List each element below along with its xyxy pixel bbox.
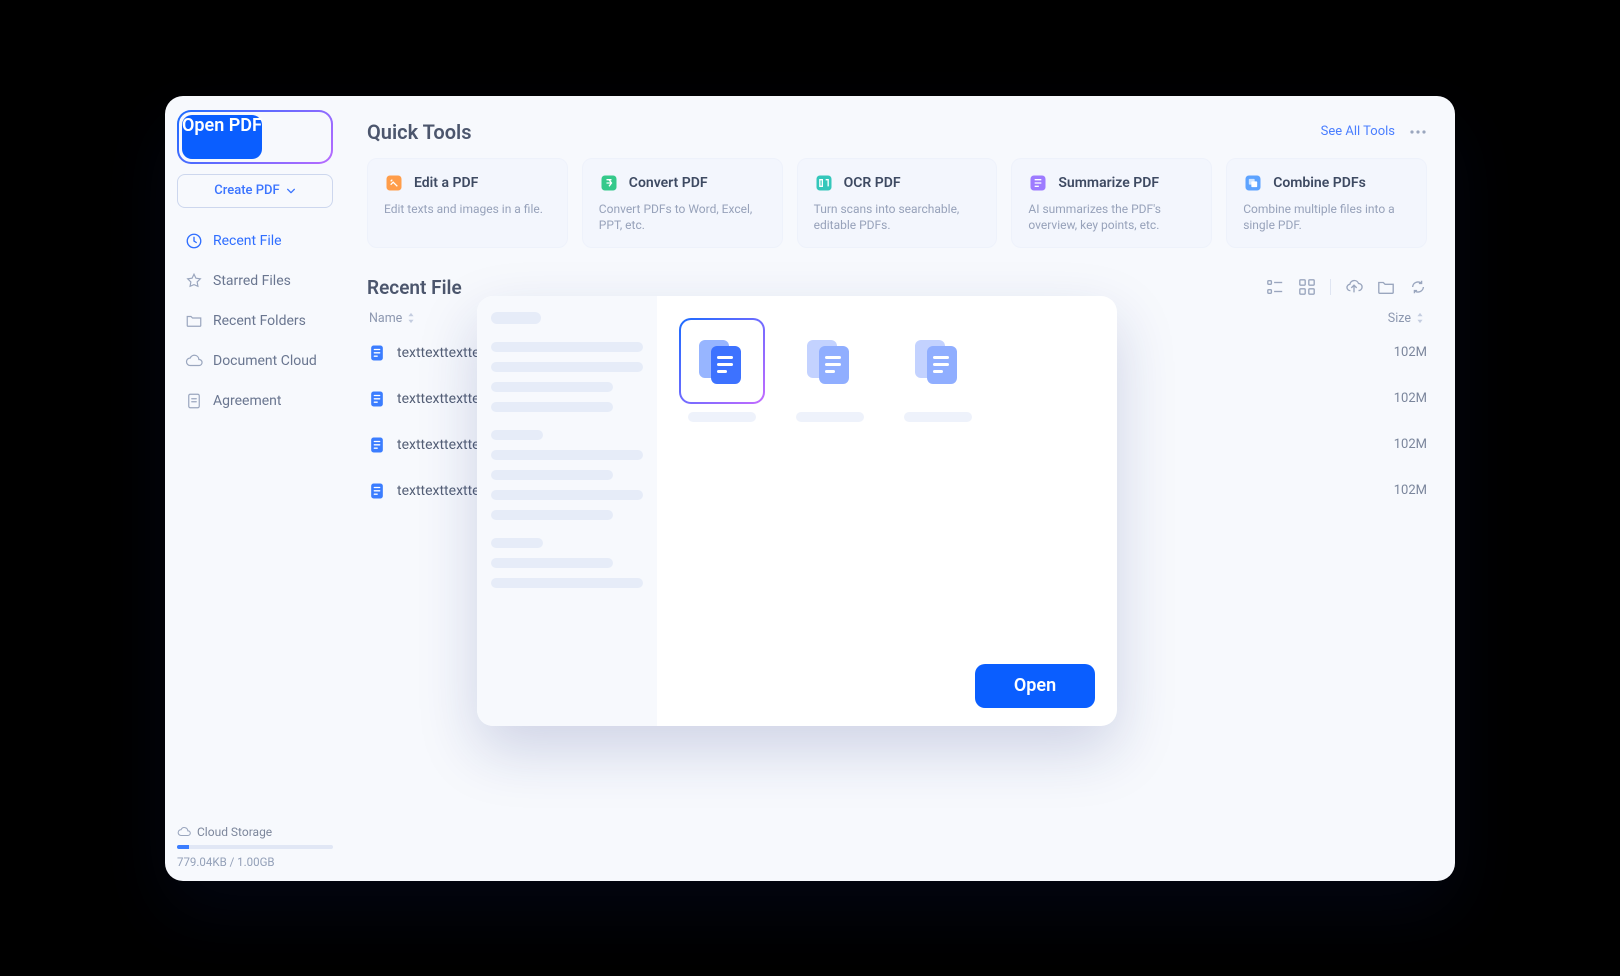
- sidebar: Open PDF Create PDF Recent File Starred …: [165, 96, 345, 881]
- sidebar-item-starred-files[interactable]: Starred Files: [177, 262, 333, 300]
- sidebar-item-document-cloud[interactable]: Document Cloud: [177, 342, 333, 380]
- star-icon: [185, 272, 203, 290]
- tool-desc: Convert PDFs to Word, Excel, PPT, etc.: [599, 201, 766, 233]
- tool-card-summarize-pdf[interactable]: Summarize PDF AI summarizes the PDF's ov…: [1011, 158, 1212, 248]
- sidebar-item-label: Agreement: [213, 393, 281, 409]
- tool-title: OCR PDF: [844, 175, 901, 191]
- clock-icon: [185, 232, 203, 250]
- file-size: 102M: [1394, 345, 1427, 360]
- create-pdf-button[interactable]: Create PDF: [177, 174, 333, 208]
- open-dialog-sidebar: [477, 296, 657, 726]
- file-thumbnail[interactable]: [787, 318, 873, 422]
- tool-desc: Combine multiple files into a single PDF…: [1243, 201, 1410, 233]
- file-thumbnail[interactable]: [679, 318, 765, 422]
- pdf-file-icon: [367, 481, 387, 501]
- tool-title: Edit a PDF: [414, 175, 478, 191]
- tool-card-convert-pdf[interactable]: Convert PDF Convert PDFs to Word, Excel,…: [582, 158, 783, 248]
- quick-tools-title: Quick Tools: [367, 120, 472, 144]
- cloud-storage-widget: Cloud Storage 779.04KB / 1.00GB: [177, 825, 333, 869]
- app-window: Open PDF Create PDF Recent File Starred …: [165, 96, 1455, 881]
- upload-cloud-icon[interactable]: [1345, 278, 1363, 296]
- folder-icon: [185, 312, 203, 330]
- column-name[interactable]: Name: [369, 311, 402, 326]
- file-thumbnail[interactable]: [895, 318, 981, 422]
- recent-file-title: Recent File: [367, 276, 462, 299]
- thumbnail-frame: [895, 318, 981, 404]
- sidebar-item-label: Recent File: [213, 233, 282, 249]
- thumbnail-frame: [679, 318, 765, 404]
- column-size[interactable]: Size: [1388, 311, 1411, 326]
- agreement-icon: [185, 392, 203, 410]
- thumbnail-frame: [787, 318, 873, 404]
- cloud-icon: [185, 352, 203, 370]
- see-all-tools-link[interactable]: See All Tools: [1321, 124, 1395, 139]
- sidebar-item-recent-file[interactable]: Recent File: [177, 222, 333, 260]
- tool-card-ocr-pdf[interactable]: OCR PDF Turn scans into searchable, edit…: [797, 158, 998, 248]
- pdf-file-icon: [367, 435, 387, 455]
- open-pdf-button[interactable]: Open PDF: [182, 115, 262, 159]
- tool-icon: [814, 173, 834, 193]
- tool-title: Combine PDFs: [1273, 175, 1366, 191]
- tool-icon: [1243, 173, 1263, 193]
- tool-icon: [599, 173, 619, 193]
- dialog-open-button[interactable]: Open: [975, 664, 1095, 708]
- cloud-storage-usage: 779.04KB / 1.00GB: [177, 855, 333, 869]
- tool-desc: AI summarizes the PDF's overview, key po…: [1028, 201, 1195, 233]
- tool-desc: Turn scans into searchable, editable PDF…: [814, 201, 981, 233]
- cloud-storage-bar: [177, 845, 333, 849]
- file-size: 102M: [1394, 437, 1427, 452]
- refresh-icon[interactable]: [1409, 278, 1427, 296]
- pdf-file-icon: [367, 343, 387, 363]
- sidebar-item-label: Starred Files: [213, 273, 291, 289]
- tool-icon: [384, 173, 404, 193]
- create-pdf-button-label: Create PDF: [214, 183, 279, 198]
- tool-icon: [1028, 173, 1048, 193]
- tool-title: Summarize PDF: [1058, 175, 1159, 191]
- open-folder-icon[interactable]: [1377, 278, 1395, 296]
- cloud-storage-title: Cloud Storage: [197, 825, 272, 839]
- list-view-icon[interactable]: [1266, 278, 1284, 296]
- sidebar-item-agreement[interactable]: Agreement: [177, 382, 333, 420]
- open-pdf-highlight: Open PDF: [177, 110, 333, 164]
- thumbnail-label-placeholder: [796, 412, 864, 422]
- tool-card-combine-pdfs[interactable]: Combine PDFs Combine multiple files into…: [1226, 158, 1427, 248]
- pdf-file-icon: [367, 389, 387, 409]
- cloud-icon: [177, 825, 191, 839]
- more-menu-button[interactable]: [1409, 123, 1427, 141]
- sort-icon: [406, 312, 416, 324]
- separator: [1330, 279, 1331, 295]
- sidebar-item-recent-folders[interactable]: Recent Folders: [177, 302, 333, 340]
- tool-title: Convert PDF: [629, 175, 708, 191]
- grid-view-icon[interactable]: [1298, 278, 1316, 296]
- thumbnail-label-placeholder: [688, 412, 756, 422]
- tool-card-edit-a-pdf[interactable]: Edit a PDF Edit texts and images in a fi…: [367, 158, 568, 248]
- open-pdf-button-label: Open PDF: [182, 115, 262, 159]
- file-size: 102M: [1394, 391, 1427, 406]
- sidebar-item-label: Document Cloud: [213, 353, 317, 369]
- sort-icon: [1415, 312, 1425, 324]
- tool-desc: Edit texts and images in a file.: [384, 201, 551, 217]
- sidebar-item-label: Recent Folders: [213, 313, 306, 329]
- chevron-down-icon: [286, 186, 296, 196]
- open-file-dialog: Open: [477, 296, 1117, 726]
- dialog-open-button-label: Open: [1014, 675, 1056, 696]
- file-size: 102M: [1394, 483, 1427, 498]
- thumbnail-label-placeholder: [904, 412, 972, 422]
